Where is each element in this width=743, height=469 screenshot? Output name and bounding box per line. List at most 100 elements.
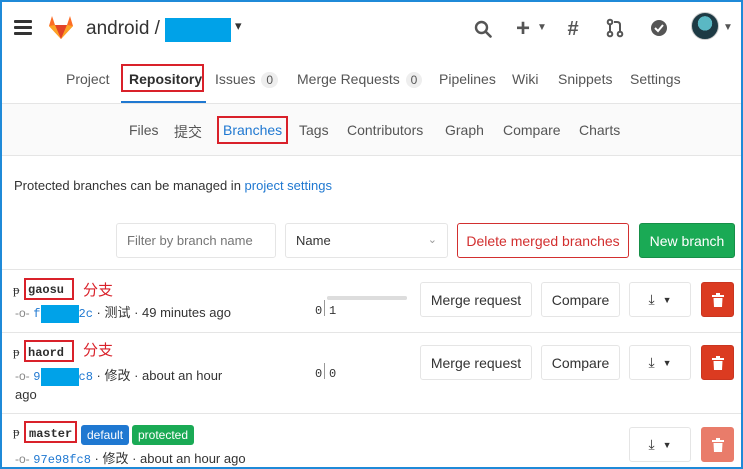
tab-issues-label: Issues xyxy=(215,71,256,87)
subtab-compare[interactable]: Compare xyxy=(503,122,561,138)
behind-count: 0 xyxy=(315,367,323,381)
commit-info: -o- f 2c · 测试 · 49 minutes ago xyxy=(15,302,231,323)
annotation-label: 分支 xyxy=(83,342,114,359)
download-dropdown-button[interactable]: ⤓ ▼ xyxy=(629,427,691,462)
subtab-files[interactable]: Files xyxy=(129,122,159,138)
hint-text: Protected branches can be managed in xyxy=(14,178,245,193)
trash-icon xyxy=(711,292,724,307)
sort-select[interactable]: Name ⌄ xyxy=(285,223,448,258)
tab-wiki[interactable]: Wiki xyxy=(512,71,538,87)
download-icon: ⤓ xyxy=(648,354,655,370)
subtab-branches[interactable]: Branches xyxy=(223,122,282,138)
delete-branch-button[interactable] xyxy=(701,282,734,317)
gitlab-logo-icon[interactable] xyxy=(46,12,76,42)
subtab-graph[interactable]: Graph xyxy=(445,122,484,138)
commit-sha-link[interactable]: f 2c xyxy=(33,304,93,323)
protected-branches-hint: Protected branches can be managed in pro… xyxy=(14,178,332,193)
chevron-down-icon[interactable]: ▾ xyxy=(235,18,242,34)
compare-button[interactable]: Compare xyxy=(541,282,620,317)
chevron-down-icon[interactable]: ▼ xyxy=(723,22,733,33)
new-branch-button[interactable]: New branch xyxy=(639,223,735,258)
compare-button[interactable]: Compare xyxy=(541,345,620,380)
branch-icon: ᵽ xyxy=(13,425,20,440)
divider xyxy=(324,363,325,379)
divider xyxy=(324,300,325,316)
sha-redaction xyxy=(40,304,79,323)
delete-merged-branches-button[interactable]: Delete merged branches xyxy=(457,223,629,258)
merge-requests-count-badge: 0 xyxy=(405,72,423,88)
trash-icon xyxy=(711,437,724,452)
commit-info: -o- 9 c8 · 修改 · about an hour xyxy=(15,365,222,386)
merge-request-button[interactable]: Merge request xyxy=(420,345,532,380)
tab-merge-requests[interactable]: Merge Requests 0 xyxy=(297,71,423,88)
issues-count-badge: 0 xyxy=(261,72,279,88)
tab-merge-requests-label: Merge Requests xyxy=(297,71,400,87)
tab-project[interactable]: Project xyxy=(66,71,110,87)
sort-select-value: Name xyxy=(296,233,331,248)
tab-issues[interactable]: Issues 0 xyxy=(215,71,279,88)
commit-icon: -o- xyxy=(15,306,30,320)
delete-branch-button-disabled xyxy=(701,427,734,462)
branch-name-link[interactable]: master xyxy=(29,427,72,441)
repository-subnav: Files 提交 Branches Tags Contributors Grap… xyxy=(2,104,741,156)
download-dropdown-button[interactable]: ⤓ ▼ xyxy=(629,345,691,380)
download-icon: ⤓ xyxy=(648,291,655,307)
delete-branch-button[interactable] xyxy=(701,345,734,380)
merge-request-button[interactable]: Merge request xyxy=(420,282,532,317)
ahead-count: 1 xyxy=(329,304,337,318)
download-icon: ⤓ xyxy=(648,436,655,452)
subtab-contributors[interactable]: Contributors xyxy=(347,122,423,138)
tab-pipelines[interactable]: Pipelines xyxy=(439,71,496,87)
tab-settings[interactable]: Settings xyxy=(630,71,681,87)
ahead-count: 0 xyxy=(329,367,337,381)
trash-icon xyxy=(711,355,724,370)
project-path[interactable]: android / xyxy=(86,18,160,40)
commit-sha-link[interactable]: 97e98fc8 xyxy=(33,453,91,467)
commit-message: · 修改 · about an hour xyxy=(96,368,223,383)
todo-check-icon[interactable] xyxy=(650,19,668,37)
branch-icon: ᵽ xyxy=(13,283,20,298)
branch-name-link[interactable]: gaosu xyxy=(28,283,64,297)
chevron-down-icon: ▼ xyxy=(662,357,672,368)
divergence-bar xyxy=(327,296,407,300)
plus-icon[interactable]: + xyxy=(512,15,534,42)
project-settings-link[interactable]: project settings xyxy=(245,178,332,193)
branch-icon: ᵽ xyxy=(13,345,20,360)
tab-snippets[interactable]: Snippets xyxy=(558,71,612,87)
chevron-down-icon: ▼ xyxy=(662,294,672,305)
branch-name-link[interactable]: haord xyxy=(28,346,64,360)
protected-badge: protected xyxy=(132,425,195,445)
merge-icon[interactable] xyxy=(606,18,624,38)
branch-filter-input[interactable] xyxy=(116,223,276,258)
project-name-redacted[interactable] xyxy=(165,18,231,42)
user-avatar[interactable] xyxy=(691,12,719,40)
commit-sha-link[interactable]: 9 c8 xyxy=(33,367,93,386)
active-tab-indicator xyxy=(121,101,206,103)
sha-redaction xyxy=(40,367,79,386)
commit-icon: -o- xyxy=(15,452,30,466)
commit-message-wrap: ago xyxy=(15,387,37,402)
tab-repository[interactable]: Repository xyxy=(129,71,202,87)
subtab-tags[interactable]: Tags xyxy=(299,122,329,138)
default-badge: default xyxy=(81,425,130,445)
commit-message: · 修改 · about an hour ago xyxy=(94,451,246,466)
annotation-label: 分支 xyxy=(83,282,114,299)
subtab-charts[interactable]: Charts xyxy=(579,122,620,138)
branch-row: ᵽ master default protected -o- 97e98fc8 … xyxy=(2,414,741,469)
chevron-down-icon: ▼ xyxy=(662,439,672,450)
hash-icon[interactable]: # xyxy=(562,17,584,41)
top-navbar: android / ▾ + ▼ # ▼ xyxy=(2,2,741,58)
branch-row: ᵽ gaosu 分支 -o- f 2c · 测试 · 49 minutes ago… xyxy=(2,270,741,332)
branch-row: ᵽ haord 分支 -o- 9 c8 · 修改 · about an hour … xyxy=(2,333,741,413)
project-nav: Project Repository Issues 0 Merge Reques… xyxy=(2,58,741,104)
download-dropdown-button[interactable]: ⤓ ▼ xyxy=(629,282,691,317)
commit-info: -o- 97e98fc8 · 修改 · about an hour ago xyxy=(15,448,246,467)
commit-message: · 测试 · 49 minutes ago xyxy=(96,305,231,320)
chevron-down-icon[interactable]: ▼ xyxy=(537,22,547,33)
behind-count: 0 xyxy=(315,304,323,318)
search-icon[interactable] xyxy=(474,20,492,38)
ahead-fill xyxy=(327,296,407,300)
chevron-down-icon: ⌄ xyxy=(427,234,437,246)
hamburger-menu-icon[interactable] xyxy=(14,20,32,36)
subtab-commits[interactable]: 提交 xyxy=(174,122,202,142)
